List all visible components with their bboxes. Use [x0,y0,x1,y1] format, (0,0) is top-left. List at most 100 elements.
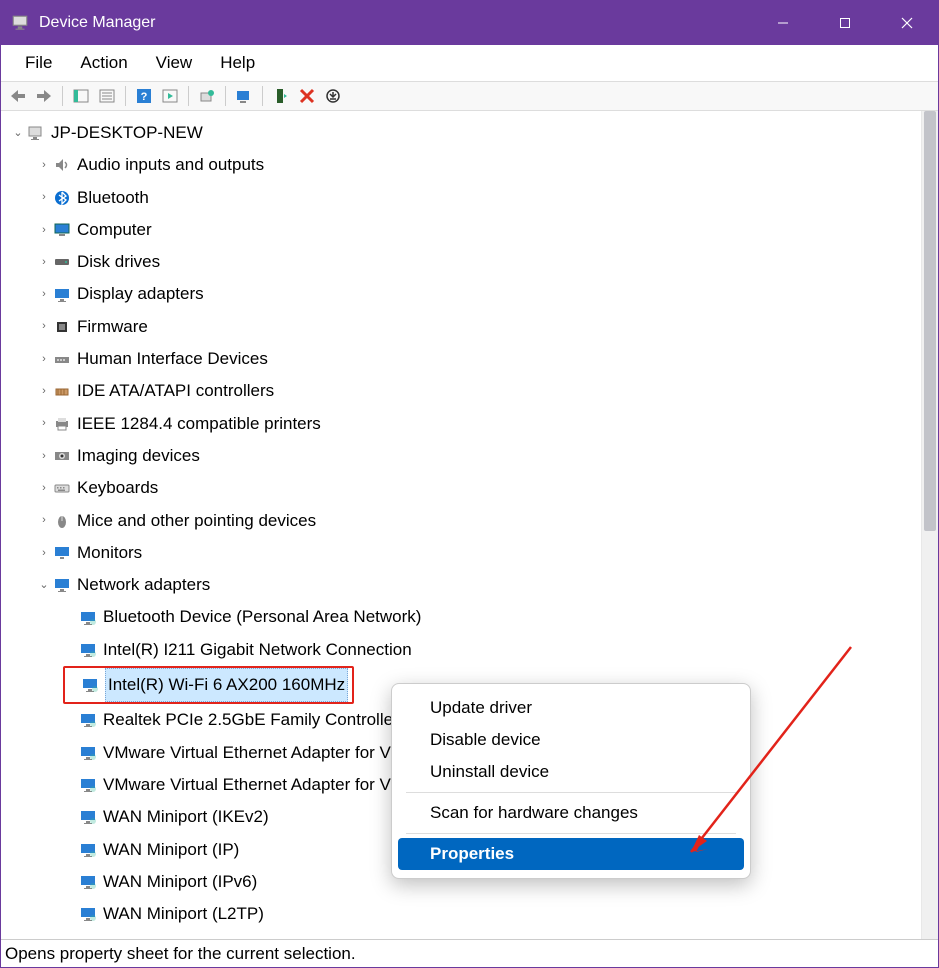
expand-arrow[interactable]: › [37,187,51,208]
tree-item-label[interactable]: Keyboards [77,472,158,504]
tree-item-label[interactable]: VMware Virtual Ethernet Adapter for VMne… [103,769,438,801]
mouse-icon [53,512,71,530]
tree-item[interactable]: › Firmware [7,311,921,343]
expand-arrow[interactable]: › [37,446,51,467]
expand-arrow[interactable]: › [37,252,51,273]
tree-item[interactable]: › Monitors [7,537,921,569]
menu-file[interactable]: File [11,49,66,77]
adapter-icon [79,744,97,762]
toolbar-separator [225,86,226,106]
tree-item[interactable]: WAN Miniport (L2TP) [7,898,921,930]
tree-item-label[interactable]: Network adapters [77,569,210,601]
monitor-icon [53,544,71,562]
disable-device-button[interactable] [322,85,344,107]
expand-arrow[interactable]: › [37,349,51,370]
expand-arrow[interactable]: ⌄ [37,575,51,596]
menu-view[interactable]: View [142,49,207,77]
expand-arrow[interactable]: › [37,316,51,337]
tree-item-label[interactable]: VMware Virtual Ethernet Adapter for VMne… [103,737,438,769]
expand-arrow[interactable]: › [37,155,51,176]
expand-arrow[interactable]: ⌄ [11,123,25,144]
tree-item-label[interactable]: Realtek PCIe 2.5GbE Family Controller [103,704,399,736]
action-button[interactable] [159,85,181,107]
tree-item-label[interactable]: JP-DESKTOP-NEW [51,117,203,149]
minimize-button[interactable] [752,1,814,45]
tree-item[interactable]: ⌄ JP-DESKTOP-NEW [7,117,921,149]
tree-item[interactable]: › Imaging devices [7,440,921,472]
uninstall-device-button[interactable] [296,85,318,107]
expand-arrow[interactable]: › [37,381,51,402]
scrollbar-thumb[interactable] [924,111,936,531]
tree-item[interactable]: › Computer [7,214,921,246]
menubar: File Action View Help [1,45,938,81]
tree-item[interactable]: › Mice and other pointing devices [7,505,921,537]
tree-item[interactable]: › Bluetooth [7,182,921,214]
expand-arrow[interactable]: › [37,220,51,241]
close-button[interactable] [876,1,938,45]
expand-arrow[interactable]: › [37,510,51,531]
printer-icon [53,415,71,433]
tree-item[interactable]: › Display adapters [7,278,921,310]
window-controls [752,1,938,45]
tree-item-label[interactable]: WAN Miniport (L2TP) [103,898,264,930]
adapter-icon [79,841,97,859]
tree-item[interactable]: › Disk drives [7,246,921,278]
tree-item[interactable]: Bluetooth Device (Personal Area Network) [7,601,921,633]
maximize-button[interactable] [814,1,876,45]
tree-item-label[interactable]: Disk drives [77,246,160,278]
tree-item[interactable]: › Audio inputs and outputs [7,149,921,181]
tree-item[interactable]: ⌄ Network adapters [7,569,921,601]
adapter-icon [79,808,97,826]
toolbar-separator [188,86,189,106]
menu-help[interactable]: Help [206,49,269,77]
tree-item-label[interactable]: IEEE 1284.4 compatible printers [77,408,321,440]
audio-icon [53,156,71,174]
forward-button[interactable] [33,85,55,107]
tree-item-label[interactable]: Audio inputs and outputs [77,149,264,181]
tree-item-label[interactable]: Imaging devices [77,440,200,472]
tree-item-label[interactable]: WAN Miniport (IKEv2) [103,801,269,833]
tree-item-label[interactable]: IDE ATA/ATAPI controllers [77,375,274,407]
tree-item-label[interactable]: Display adapters [77,278,204,310]
expand-arrow[interactable]: › [37,284,51,305]
properties-toolbar-button[interactable] [96,85,118,107]
tree-item-label[interactable]: Firmware [77,311,148,343]
tree-item[interactable]: › IDE ATA/ATAPI controllers [7,375,921,407]
context-menu-item[interactable]: Uninstall device [398,756,744,788]
computer-icon [53,221,71,239]
adapter-icon [79,711,97,729]
enable-device-button[interactable] [270,85,292,107]
update-driver-button[interactable] [196,85,218,107]
tree-item-label[interactable]: Bluetooth Device (Personal Area Network) [103,601,421,633]
context-menu-item[interactable]: Properties [398,838,744,870]
svg-text:?: ? [141,91,148,103]
tree-item-label[interactable]: Intel(R) Wi-Fi 6 AX200 160MHz [105,668,348,702]
menu-action[interactable]: Action [66,49,141,77]
tree-item-label[interactable]: Mice and other pointing devices [77,505,316,537]
tree-item-label[interactable]: WAN Miniport (IPv6) [103,866,257,898]
context-menu-item[interactable]: Disable device [398,724,744,756]
vertical-scrollbar[interactable] [921,111,938,939]
context-menu-item[interactable]: Update driver [398,692,744,724]
tree-item-label[interactable]: Monitors [77,537,142,569]
help-button[interactable]: ? [133,85,155,107]
back-button[interactable] [7,85,29,107]
context-menu-item[interactable]: Scan for hardware changes [398,797,744,829]
tree-item[interactable]: › IEEE 1284.4 compatible printers [7,408,921,440]
tree-item[interactable]: › Human Interface Devices [7,343,921,375]
tree-item[interactable]: Intel(R) I211 Gigabit Network Connection [7,634,921,666]
tree-item[interactable]: › Keyboards [7,472,921,504]
tree-item-label[interactable]: Human Interface Devices [77,343,268,375]
expand-arrow[interactable]: › [37,478,51,499]
firmware-icon [53,318,71,336]
scan-hardware-button[interactable] [233,85,255,107]
expand-arrow[interactable]: › [37,543,51,564]
tree-item-label[interactable]: WAN Miniport (IP) [103,834,239,866]
tree-item-label[interactable]: Computer [77,214,152,246]
expand-arrow[interactable]: › [37,413,51,434]
tree-item-label[interactable]: Bluetooth [77,182,149,214]
statusbar: Opens property sheet for the current sel… [1,939,938,967]
show-hide-tree-button[interactable] [70,85,92,107]
tree-item-label[interactable]: Intel(R) I211 Gigabit Network Connection [103,634,412,666]
titlebar[interactable]: Device Manager [1,1,938,45]
